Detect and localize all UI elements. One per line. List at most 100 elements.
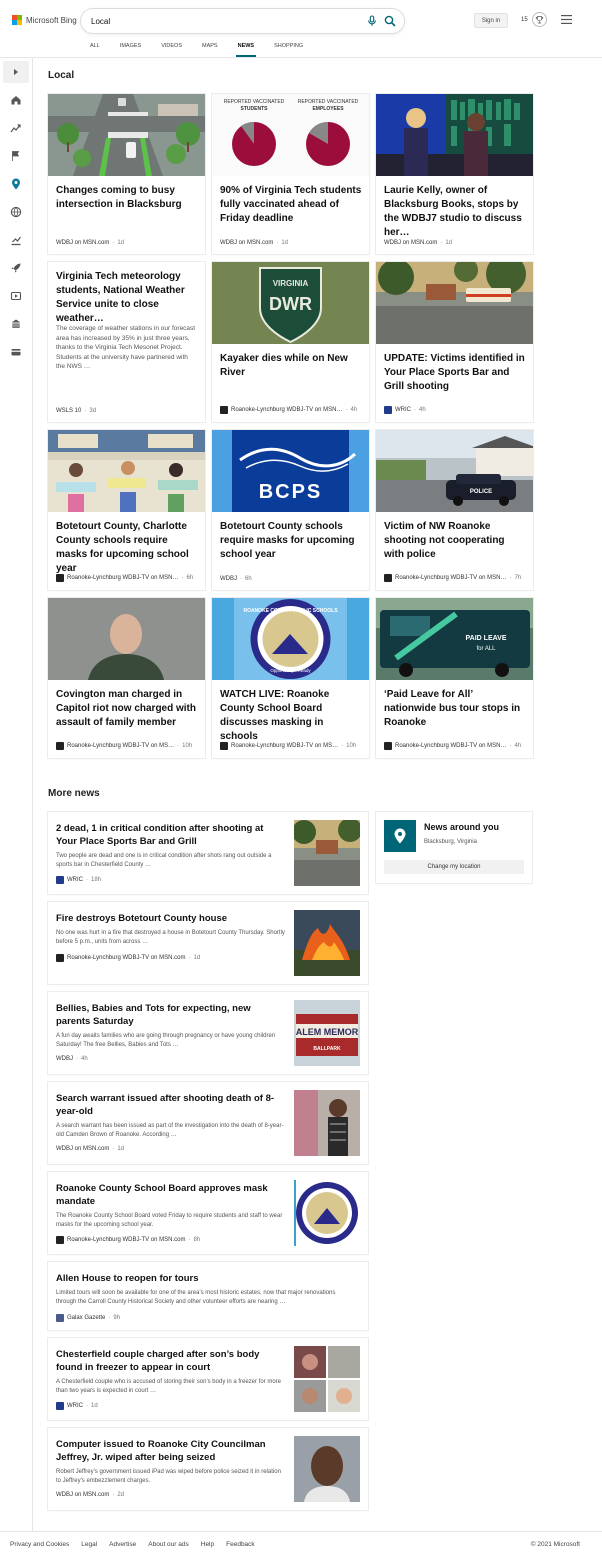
news-thumbnail[interactable] — [294, 1090, 360, 1156]
mugshot-image — [48, 598, 205, 680]
news-list-item[interactable]: Search warrant issued after shooting dea… — [48, 1082, 368, 1164]
news-title[interactable]: Fire destroys Botetourt County house — [56, 912, 284, 925]
wdbj-logo-icon — [384, 742, 392, 750]
footer-link-help[interactable]: Help — [201, 1541, 214, 1548]
home-icon[interactable] — [10, 94, 22, 106]
news-list-item[interactable]: 2 dead, 1 in critical condition after sh… — [48, 812, 368, 894]
card-title[interactable]: Changes coming to busy intersection in B… — [56, 184, 198, 212]
studio-image — [376, 94, 533, 176]
news-card[interactable]: Botetourt County, Charlotte County schoo… — [48, 430, 205, 590]
news-list-item[interactable]: Chesterfield couple charged after son’s … — [48, 1338, 368, 1420]
card-title[interactable]: Kayaker dies while on New River — [220, 352, 362, 380]
chart-icon[interactable] — [10, 234, 22, 246]
card-title[interactable]: Virginia Tech meteorology students, Nati… — [56, 270, 198, 326]
news-list-item[interactable]: Roanoke County School Board approves mas… — [48, 1172, 368, 1254]
wdbj-logo-icon — [56, 574, 64, 582]
card-icon[interactable] — [10, 346, 22, 358]
rewards-count[interactable]: 15 — [521, 17, 528, 23]
change-location-button[interactable]: Change my location — [384, 860, 524, 874]
card-title[interactable]: Laurie Kelly, owner of Blacksburg Books,… — [384, 184, 526, 240]
search-input[interactable] — [91, 13, 351, 29]
card-title[interactable]: 90% of Virginia Tech students fully vacc… — [220, 184, 362, 226]
news-list-item[interactable]: Allen House to reopen for tours Limited … — [48, 1262, 368, 1330]
footer-link-about-ads[interactable]: About our ads — [148, 1541, 188, 1548]
news-card[interactable]: POLICE Victim of NW Roanoke shooting not… — [376, 430, 533, 590]
rewards-trophy-icon[interactable] — [532, 12, 547, 27]
news-card[interactable]: BCPS Botetourt County schools require ma… — [212, 430, 369, 590]
card-title[interactable]: Covington man charged in Capitol riot no… — [56, 688, 198, 730]
card-title[interactable]: Botetourt County schools require masks f… — [220, 520, 362, 562]
sidebar-toggle-button[interactable] — [3, 61, 29, 83]
news-title[interactable]: Computer issued to Roanoke City Councilm… — [56, 1438, 284, 1464]
footer-link-legal[interactable]: Legal — [81, 1541, 97, 1548]
news-card[interactable]: ROANOKE COUNTY PUBLIC SCHOOLS Opportunit… — [212, 598, 369, 758]
time-ago: 1d — [91, 1403, 98, 1409]
news-thumbnail[interactable] — [294, 1436, 360, 1502]
time-ago: 1d — [281, 240, 289, 246]
news-card[interactable]: UPDATE: Victims identified in Your Place… — [376, 262, 533, 422]
news-card[interactable]: Virginia Tech meteorology students, Nati… — [48, 262, 205, 422]
tab-maps[interactable]: MAPS — [202, 41, 218, 57]
news-title[interactable]: 2 dead, 1 in critical condition after sh… — [56, 822, 284, 848]
card-title[interactable]: Botetourt County, Charlotte County schoo… — [56, 520, 198, 576]
source-name: WDBJ — [56, 1056, 73, 1062]
footer-link-privacy[interactable]: Privacy and Cookies — [10, 1541, 69, 1548]
news-card[interactable]: VIRGINIA DWR Kayaker dies while on New R… — [212, 262, 369, 422]
local-section-title: Local — [48, 70, 75, 81]
news-source: Roanoke-Lynchburg WDBJ-TV on MSN.com · 1d — [56, 954, 200, 962]
video-icon[interactable] — [10, 290, 22, 302]
news-thumbnail[interactable] — [294, 1180, 360, 1246]
search-icon[interactable] — [384, 15, 396, 27]
news-list-item[interactable]: Fire destroys Botetourt County house No … — [48, 902, 368, 984]
news-thumbnail[interactable] — [294, 910, 360, 976]
news-thumbnail[interactable] — [294, 1346, 360, 1412]
card-source: Roanoke-Lynchburg WDBJ-TV on MS… · 10h — [220, 742, 356, 750]
top-header: Microsoft Bing Sign in 15 ALL IMAGES VID… — [0, 0, 602, 58]
tab-shopping[interactable]: SHOPPING — [274, 41, 303, 57]
news-card[interactable]: Changes coming to busy intersection in B… — [48, 94, 205, 254]
rocket-icon[interactable] — [10, 262, 22, 274]
location-icon[interactable] — [10, 178, 22, 190]
building-icon[interactable] — [10, 318, 22, 330]
tab-videos[interactable]: VIDEOS — [161, 41, 182, 57]
tab-images[interactable]: IMAGES — [120, 41, 141, 57]
news-thumbnail[interactable]: ALEM MEMOR BALLPARK — [294, 1000, 360, 1066]
news-card[interactable]: Laurie Kelly, owner of Blacksburg Books,… — [376, 94, 533, 254]
card-title[interactable]: ‘Paid Leave for All’ nationwide bus tour… — [384, 688, 526, 730]
footer-link-feedback[interactable]: Feedback — [226, 1541, 255, 1548]
news-title[interactable]: Chesterfield couple charged after son’s … — [56, 1348, 284, 1374]
news-card[interactable]: REPORTED VACCINATED STUDENTS REPORTED VA… — [212, 94, 369, 254]
news-title[interactable]: Allen House to reopen for tours — [56, 1272, 356, 1285]
globe-icon[interactable] — [10, 206, 22, 218]
news-title[interactable]: Bellies, Babies and Tots for expecting, … — [56, 1002, 284, 1028]
news-list-item[interactable]: Bellies, Babies and Tots for expecting, … — [48, 992, 368, 1074]
trending-icon[interactable] — [10, 122, 22, 134]
search-box[interactable] — [81, 9, 404, 33]
microphone-icon[interactable] — [366, 15, 378, 27]
bing-logo[interactable]: Microsoft Bing — [12, 15, 77, 25]
news-card[interactable]: Covington man charged in Capitol riot no… — [48, 598, 205, 758]
img-label-2: STUDENTS — [241, 106, 269, 112]
footer-link-advertise[interactable]: Advertise — [109, 1541, 136, 1548]
bcps-logo-image: BCPS — [212, 430, 369, 512]
flag-icon[interactable] — [10, 150, 22, 162]
card-title[interactable]: UPDATE: Victims identified in Your Place… — [384, 352, 526, 394]
img-label-memorial: ALEM MEMOR — [296, 1027, 359, 1037]
tab-all[interactable]: ALL — [90, 41, 100, 57]
img-label-motto: Opportunity • Ready — [270, 668, 311, 673]
sign-in-button[interactable]: Sign in — [474, 13, 508, 28]
time-ago: 1d — [193, 955, 201, 961]
news-thumbnail[interactable] — [294, 820, 360, 886]
card-title[interactable]: WATCH LIVE: Roanoke County School Board … — [220, 688, 362, 744]
time-ago: 4h — [350, 407, 358, 413]
news-title[interactable]: Roanoke County School Board approves mas… — [56, 1182, 284, 1208]
card-title[interactable]: Victim of NW Roanoke shooting not cooper… — [384, 520, 526, 562]
img-label-1: REPORTED VACCINATED — [224, 99, 285, 105]
news-title[interactable]: Search warrant issued after shooting dea… — [56, 1092, 284, 1118]
source-name: WDBJ on MSN.com — [56, 1146, 110, 1152]
news-list-item[interactable]: Computer issued to Roanoke City Councilm… — [48, 1428, 368, 1510]
dwr-logo-image: VIRGINIA DWR — [212, 262, 369, 344]
hamburger-menu-icon[interactable] — [561, 15, 572, 24]
news-card[interactable]: PAID LEAVE for ALL ‘Paid Leave for All’ … — [376, 598, 533, 758]
tab-news[interactable]: NEWS — [235, 41, 256, 57]
